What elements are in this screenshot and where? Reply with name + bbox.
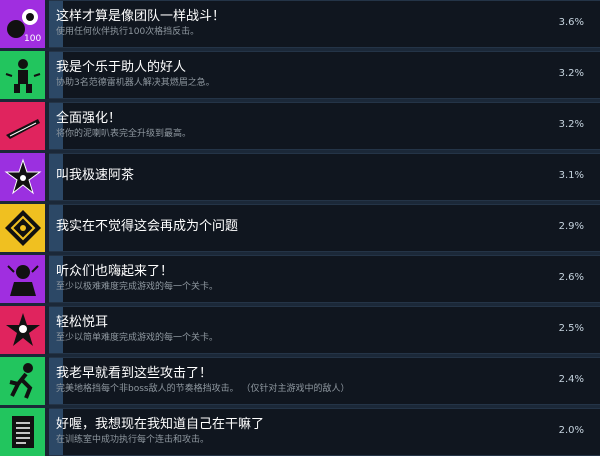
runner-icon xyxy=(0,357,45,405)
achievement-title: 叫我极速阿茶 xyxy=(56,168,135,183)
diamond-emblem-icon xyxy=(0,204,45,252)
achievement-percent: 2.4% xyxy=(558,374,584,385)
achievement-title: 我是个乐于助人的好人 xyxy=(56,60,187,75)
achievement-title: 轻松悦耳 xyxy=(56,315,109,330)
achievement-desc: 至少以简单难度完成游戏的每一个关卡。 xyxy=(56,333,219,343)
achievement-row: 我实在不觉得这会再成为个问题 2.9% xyxy=(0,204,600,252)
achievement-percent: 2.0% xyxy=(558,425,584,436)
achievement-row: 我是个乐于助人的好人 协助3名范德雷机器人解决其燃眉之急。 3.2% xyxy=(0,51,600,99)
helper-robot-icon xyxy=(0,51,45,99)
achievement-title: 好喔，我想现在我知道自己在干嘛了 xyxy=(56,417,265,432)
achievement-desc: 至少以极难难度完成游戏的每一个关卡。 xyxy=(56,282,219,292)
achievement-desc: 使用任何伙伴执行100次格挡反击。 xyxy=(56,27,200,37)
achievement-percent: 3.6% xyxy=(558,17,584,28)
achievement-percent: 2.9% xyxy=(558,221,584,232)
progress-bar xyxy=(49,102,600,150)
achievement-title: 我老早就看到这些攻击了！ xyxy=(56,366,213,381)
progress-bar xyxy=(49,306,600,354)
achievement-list: 100 这样才算是像团队一样战斗！ 使用任何伙伴执行100次格挡反击。 3.6%… xyxy=(0,0,600,456)
achievement-title: 听众们也嗨起来了！ xyxy=(56,264,174,279)
achievement-row: 叫我极速阿茶 3.1% xyxy=(0,153,600,201)
notepad-icon xyxy=(0,408,45,456)
svg-text:100: 100 xyxy=(24,34,41,44)
achievement-percent: 3.2% xyxy=(558,68,584,79)
achievement-row: 全面强化！ 将你的泥喇叭表完全升级到最高。 3.2% xyxy=(0,102,600,150)
team-fight-icon: 100 xyxy=(0,0,45,48)
achievement-percent: 2.5% xyxy=(558,323,584,334)
achievement-percent: 2.6% xyxy=(558,272,584,283)
guitar-icon xyxy=(0,102,45,150)
easy-star-icon xyxy=(0,306,45,354)
achievement-percent: 3.2% xyxy=(558,119,584,130)
achievement-title: 这样才算是像团队一样战斗！ xyxy=(56,9,226,24)
achievement-row: 好喔，我想现在我知道自己在干嘛了 在训练室中成功执行每个连击和攻击。 2.0% xyxy=(0,408,600,456)
achievement-desc: 协助3名范德雷机器人解决其燃眉之急。 xyxy=(56,78,215,88)
achievement-desc: 在训练室中成功执行每个连击和攻击。 xyxy=(56,435,210,445)
achievement-row: 我老早就看到这些攻击了！ 完美地格挡每个非boss敌人的节奏格挡攻击。 （仅针对… xyxy=(0,357,600,405)
achievement-desc: 完美地格挡每个非boss敌人的节奏格挡攻击。 （仅针对主游戏中的敌人） xyxy=(56,384,350,394)
achievement-row: 100 这样才算是像团队一样战斗！ 使用任何伙伴执行100次格挡反击。 3.6% xyxy=(0,0,600,48)
achievement-title: 我实在不觉得这会再成为个问题 xyxy=(56,219,239,234)
achievement-row: 轻松悦耳 至少以简单难度完成游戏的每一个关卡。 2.5% xyxy=(0,306,600,354)
audience-icon xyxy=(0,255,45,303)
speed-star-icon xyxy=(0,153,45,201)
achievement-desc: 将你的泥喇叭表完全升级到最高。 xyxy=(56,129,192,139)
achievement-title: 全面强化！ xyxy=(56,111,122,126)
achievement-percent: 3.1% xyxy=(558,170,584,181)
achievement-row: 听众们也嗨起来了！ 至少以极难难度完成游戏的每一个关卡。 2.6% xyxy=(0,255,600,303)
